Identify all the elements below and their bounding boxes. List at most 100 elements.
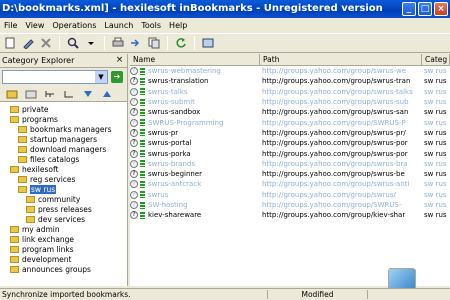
table-row[interactable]: ? swrus-submit http://groups.yahoo.com/gro…	[130, 97, 450, 107]
tree-item[interactable]: hexilesoft	[0, 164, 127, 174]
question-icon: ?	[130, 139, 138, 148]
table-row[interactable]: ? swrus-beginner http://groups.yahoo.com/g…	[130, 169, 450, 179]
menu-help[interactable]: Help	[165, 21, 191, 30]
close-icon[interactable]: ×	[114, 55, 125, 66]
search-icon[interactable]	[65, 35, 81, 51]
collapse-icon[interactable]	[61, 86, 77, 102]
table-row[interactable]: ? swrus-brands http://groups.yahoo.com/gro…	[130, 159, 450, 169]
dropdown-arrow-icon[interactable]	[83, 35, 99, 51]
bookmark-name: swrus-sandbox	[148, 108, 201, 117]
menu-file[interactable]: File	[0, 21, 21, 30]
synchronize-icon[interactable]	[200, 35, 216, 51]
tree-item[interactable]: program links	[0, 244, 127, 254]
name-cell: ? swrus-translation	[130, 77, 260, 86]
tree-item[interactable]: programs	[0, 114, 127, 124]
column-header-name[interactable]: Name	[130, 54, 260, 65]
delete-icon[interactable]	[38, 35, 54, 51]
folder-icon	[10, 105, 19, 113]
bookmark-category: sw rus	[424, 149, 447, 158]
tree-item[interactable]: development	[0, 254, 127, 264]
bookmark-path: http://groups.yahoo.com/group/swrus-be	[262, 170, 405, 179]
new-folder-icon[interactable]	[4, 86, 20, 102]
category-combo[interactable]: ▼	[2, 70, 108, 84]
move-down-icon[interactable]	[80, 86, 96, 102]
tree-item[interactable]: my admin	[0, 224, 127, 234]
tree-item[interactable]: download managers	[0, 144, 127, 154]
folder-icon	[10, 115, 19, 123]
table-row[interactable]: ? swrus-pr http://groups.yahoo.com/group/s…	[130, 128, 450, 138]
bookmark-path: http://groups.yahoo.com/group/swrus-bra	[262, 159, 408, 168]
bookmark-category: sw rus	[424, 159, 447, 168]
tree-item[interactable]: startup managers	[0, 134, 127, 144]
tree-item-label: startup managers	[30, 134, 97, 144]
menu-view[interactable]: View	[21, 21, 48, 30]
table-row[interactable]: ? swrus-translation http://groups.yahoo.co…	[130, 76, 450, 86]
menu-operations[interactable]: Operations	[48, 21, 100, 30]
tree-item[interactable]: reg services	[0, 174, 127, 184]
category-explorer-title: Category Explorer	[2, 56, 75, 65]
bookmark-path: http://groups.yahoo.com/group/SWRUS-	[262, 201, 402, 209]
chevron-down-icon[interactable]: ▼	[95, 71, 107, 83]
table-row[interactable]: ? swrus-talks http://groups.yahoo.com/grou…	[130, 87, 450, 97]
folder-icon	[10, 245, 19, 253]
column-header-category[interactable]: Categ	[422, 54, 450, 65]
bookmark-name: swrus-pr	[148, 128, 179, 137]
question-icon: ?	[130, 190, 138, 199]
bookmark-category: sw rus	[424, 98, 447, 107]
bookmark-path: http://groups.yahoo.com/group/swrus-talk…	[262, 87, 413, 96]
menu-launch[interactable]: Launch	[100, 21, 137, 30]
tree-item[interactable]: press releases	[0, 204, 127, 214]
minimize-button[interactable]: _	[402, 2, 416, 16]
new-icon[interactable]	[2, 35, 18, 51]
print-icon[interactable]	[110, 35, 126, 51]
window-title: D:\bookmarks.xml] - hexilesoft inBookmar…	[2, 3, 383, 14]
copy-icon[interactable]	[146, 35, 162, 51]
tree-item[interactable]: announces groups	[0, 264, 127, 274]
status-bars-icon	[140, 129, 145, 137]
bookmark-name: swrus	[148, 190, 169, 199]
status-bars-icon	[140, 77, 145, 85]
table-row[interactable]: ? swrus-antcrack http://groups.yahoo.com/g…	[130, 179, 450, 189]
table-row[interactable]: ? swrus-portal http://groups.yahoo.com/gro…	[130, 138, 450, 148]
table-row[interactable]: ? swrus http://groups.yahoo.com/group/swru…	[130, 190, 450, 200]
bookmark-name: swrus-brands	[148, 159, 195, 168]
status-modified: Modified	[268, 290, 368, 299]
tree-item-label: my admin	[22, 224, 60, 234]
column-header-path[interactable]: Path	[260, 54, 422, 65]
status-bars-icon	[140, 108, 145, 116]
bookmark-category: sw rus	[424, 118, 447, 127]
bookmark-name: kiev-shareware	[148, 211, 202, 220]
name-cell: ? swrus-pr	[130, 128, 260, 137]
menu-tools[interactable]: Tools	[137, 21, 165, 30]
tree-item[interactable]: community	[0, 194, 127, 204]
close-button[interactable]: ×	[434, 2, 448, 16]
table-row[interactable]: ? swrus-porka http://groups.yahoo.com/grou…	[130, 148, 450, 158]
table-row[interactable]: ? kiev-shareware http://groups.yahoo.com/g…	[130, 210, 450, 220]
status-bars-icon	[140, 211, 145, 219]
bookmark-name: swrus-portal	[148, 139, 192, 148]
tree-item[interactable]: sw rus	[0, 184, 127, 194]
bookmark-path: http://groups.yahoo.com/group/SWRUS-P	[262, 118, 406, 127]
move-up-icon[interactable]	[99, 86, 115, 102]
move-icon[interactable]	[128, 35, 144, 51]
delete-folder-icon[interactable]	[23, 86, 39, 102]
tree-item-label: files catalogs	[30, 154, 80, 164]
category-explorer-header: Category Explorer ×	[0, 54, 127, 68]
bookmark-category: sw rus	[424, 87, 447, 96]
tree-item[interactable]: dev services	[0, 214, 127, 224]
maximize-button[interactable]: □	[418, 2, 432, 16]
table-row[interactable]: ? SWRUS-Programming http://groups.yahoo.co…	[130, 117, 450, 127]
table-row[interactable]: ? swrus-sandbox http://groups.yahoo.com/gr…	[130, 107, 450, 117]
tree-item[interactable]: link exchange	[0, 234, 127, 244]
tree-item[interactable]: bookmarks managers	[0, 124, 127, 134]
status-bars-icon	[140, 88, 145, 96]
table-row[interactable]: ? swrus-webmastering http://groups.yahoo.c…	[130, 66, 450, 76]
refresh-icon[interactable]	[173, 35, 189, 51]
expand-icon[interactable]	[42, 86, 58, 102]
tree-item[interactable]: private	[0, 104, 127, 114]
status-bar: Synchronize imported bookmarks. Modified	[0, 288, 450, 300]
tree-item[interactable]: files catalogs	[0, 154, 127, 164]
table-row[interactable]: ? SW-hosting http://groups.yahoo.com/group…	[130, 200, 450, 210]
go-button[interactable]: ➔	[111, 71, 123, 83]
edit-icon[interactable]	[20, 35, 36, 51]
